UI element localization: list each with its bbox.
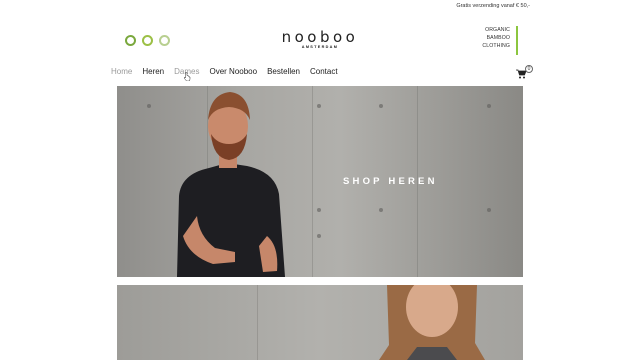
top-announcement-bar: Gratis verzending vanaf € 50,- — [0, 0, 640, 14]
circle-icon — [159, 35, 170, 46]
nav-item-contact[interactable]: Contact — [310, 67, 338, 76]
circle-icon — [142, 35, 153, 46]
nav-item-heren[interactable]: Heren — [142, 67, 164, 76]
hero-cta-text: SHOP HEREN — [343, 176, 438, 187]
free-shipping-text: Gratis verzending vanaf € 50,- — [456, 3, 530, 9]
brand-circles — [125, 35, 170, 46]
pointer-cursor-icon — [184, 72, 191, 81]
nav-item-over-nooboo[interactable]: Over Nooboo — [209, 67, 257, 76]
cart-count-badge: 0 — [525, 65, 533, 73]
nav-item-home[interactable]: Home — [111, 67, 132, 76]
hero-banner-shop-heren[interactable]: SHOP HEREN — [117, 86, 523, 277]
tagline-line: BAMBOO — [486, 35, 510, 41]
hero-banner-dames[interactable] — [117, 285, 523, 360]
site-logo[interactable]: nooboo AMSTERDAM — [270, 28, 370, 49]
tagline-line: CLOTHING — [482, 43, 510, 49]
cart-button[interactable]: 0 — [516, 65, 533, 79]
brand-tagline: ORGANIC BAMBOO CLOTHING — [472, 26, 518, 55]
man-model-photo — [177, 92, 285, 277]
logo-name: nooboo — [281, 28, 359, 46]
nav-item-bestellen[interactable]: Bestellen — [267, 67, 300, 76]
main-nav: Home Heren Dames Over Nooboo Bestellen C… — [111, 67, 338, 76]
woman-model-photo — [379, 285, 485, 360]
circle-icon — [125, 35, 136, 46]
tagline-line: ORGANIC — [485, 27, 510, 33]
